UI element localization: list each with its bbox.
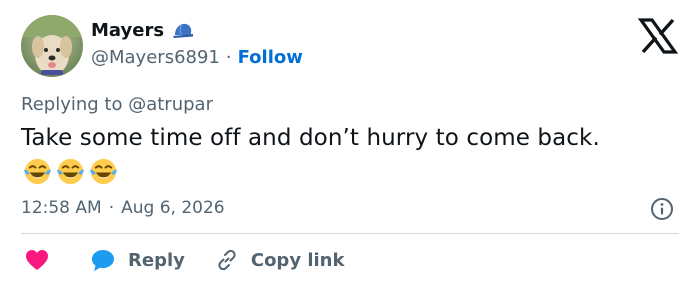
replying-to-mention[interactable]: @atrupar: [128, 94, 213, 115]
copy-link-label: Copy link: [250, 249, 345, 271]
reply-label: Reply: [128, 249, 185, 271]
follow-button[interactable]: Follow: [238, 47, 303, 68]
handle-separator: ·: [225, 47, 232, 68]
author-handle[interactable]: @Mayers6891: [91, 47, 220, 68]
replying-to-prefix: Replying to: [21, 94, 123, 115]
replying-to: Replying to @atrupar: [21, 94, 213, 115]
author-name[interactable]: Mayers: [91, 20, 164, 41]
heart-icon: [26, 250, 48, 270]
tweet-time: 12:58 AM: [21, 198, 102, 218]
tweet-timestamp[interactable]: 12:58 AM · Aug 6, 2026: [21, 198, 225, 218]
tweet-text: Take some time off and don’t hurry to co…: [21, 125, 600, 151]
x-logo-icon[interactable]: [637, 18, 679, 54]
face-with-tears-of-joy-icon: [23, 158, 52, 185]
author-handle-row: @Mayers6891 · Follow: [91, 47, 303, 68]
tweet-date: Aug 6, 2026: [121, 198, 225, 218]
copy-link-button[interactable]: Copy link: [185, 248, 345, 272]
blue-cap-icon: [172, 21, 194, 41]
info-icon[interactable]: [650, 197, 674, 221]
tweet-actions: Reply Copy link: [24, 247, 344, 273]
divider: [21, 233, 679, 234]
face-with-tears-of-joy-icon: [56, 158, 85, 185]
avatar[interactable]: [21, 15, 83, 77]
face-with-tears-of-joy-icon: [89, 158, 118, 185]
tweet-emojis: [22, 156, 119, 187]
author-name-row: Mayers: [91, 20, 194, 41]
tweet-embed-card: Mayers @Mayers6891 · Follow Replying to …: [0, 0, 700, 287]
timestamp-separator: ·: [108, 198, 115, 218]
reply-button[interactable]: Reply: [50, 248, 185, 272]
link-icon: [218, 249, 236, 271]
reply-bubble-icon: [92, 250, 114, 271]
like-button[interactable]: [24, 248, 50, 272]
